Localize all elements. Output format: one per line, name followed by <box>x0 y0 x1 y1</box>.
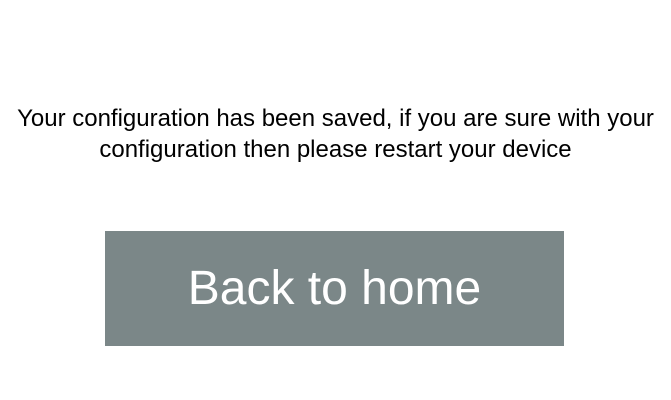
saved-config-message: Your configuration has been saved, if yo… <box>17 105 654 163</box>
back-to-home-button[interactable]: Back to home <box>105 231 564 346</box>
